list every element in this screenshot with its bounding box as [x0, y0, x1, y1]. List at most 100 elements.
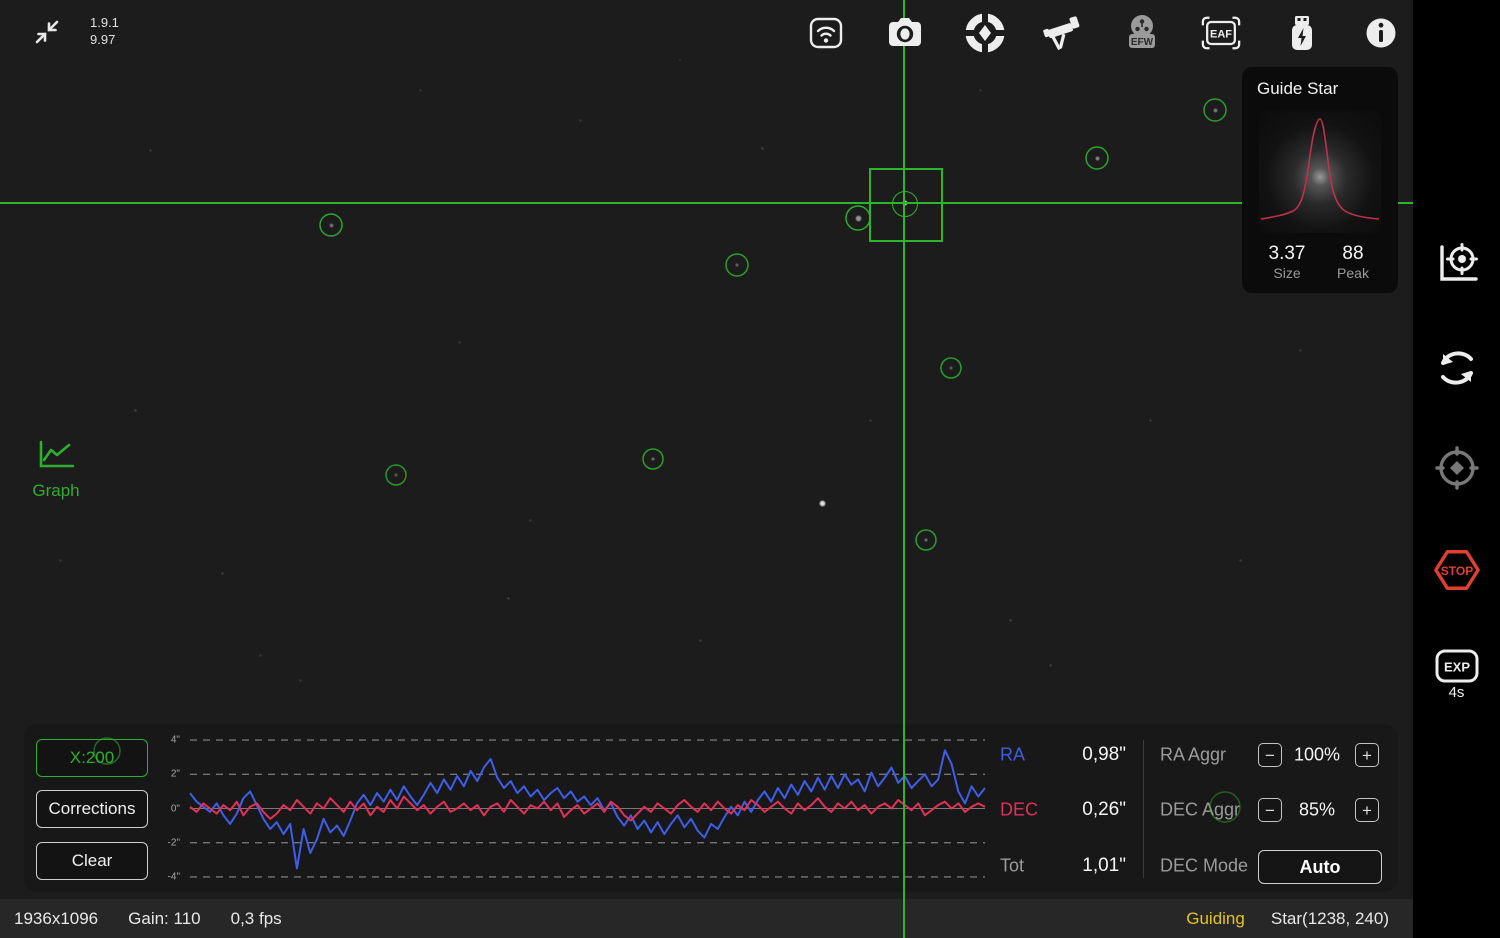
efw-icon[interactable]: EFW [1121, 12, 1163, 54]
star [1239, 559, 1242, 562]
star [134, 409, 137, 412]
tot-value: 1,01" [1034, 855, 1126, 877]
ra-aggr-minus-button[interactable]: − [1258, 743, 1282, 767]
star [869, 419, 872, 422]
dec-mode-auto-button[interactable]: Auto [1258, 850, 1382, 884]
usb-storage-icon[interactable] [1281, 12, 1323, 54]
dec-label: DEC [1000, 800, 1038, 821]
guide-star-peak-value: 88 [1318, 243, 1388, 265]
star [259, 654, 262, 657]
svg-text:EXP: EXP [1443, 660, 1469, 675]
svg-text:STOP: STOP [1440, 564, 1472, 578]
star [1149, 419, 1152, 422]
y-axis-tick-label: -2" [140, 837, 180, 848]
star [1213, 108, 1218, 113]
guide-star-panel: Guide Star 3.37 88 Size Peak [1242, 67, 1398, 293]
graph-toggle-label: Graph [28, 481, 84, 501]
app-version: 1.9.1 [90, 14, 119, 31]
guide-star-circle [892, 191, 918, 217]
right-sidebar: STOP EXP 4s [1413, 0, 1500, 938]
dec-value: 0,26" [1034, 799, 1126, 821]
star [149, 149, 152, 152]
dec-aggr-plus-button[interactable]: + [1355, 798, 1379, 822]
calibration-target-icon[interactable] [1433, 444, 1481, 492]
star [1299, 349, 1302, 352]
star [221, 572, 224, 575]
crosshair-horizontal-line [0, 202, 1413, 204]
star [1049, 664, 1052, 667]
star [855, 215, 862, 222]
guiding-bottom-panel: X:200 Corrections Clear RA 0,98" DEC 0,2… [24, 724, 1398, 892]
guiding-error-chart [186, 730, 1010, 888]
star [761, 147, 764, 150]
ra-label: RA [1000, 745, 1025, 766]
star [735, 263, 739, 267]
exposure-icon[interactable]: EXP [1433, 642, 1481, 690]
crosshair-vertical-line [903, 0, 905, 938]
guide-star-size-label: Size [1252, 265, 1322, 281]
firmware-version: 9.97 [90, 31, 119, 48]
dec-mode-label: DEC Mode [1160, 856, 1248, 877]
star [329, 223, 334, 228]
ra-aggr-label: RA Aggr [1160, 745, 1226, 766]
collapse-icon[interactable] [33, 18, 61, 46]
graph-icon [36, 440, 76, 474]
star [1095, 156, 1100, 161]
star [507, 597, 510, 600]
ra-value: 0,98" [1034, 744, 1126, 766]
star [651, 457, 655, 461]
star [819, 500, 826, 507]
dec-aggr-value: 85% [1282, 800, 1352, 821]
guide-target-icon[interactable] [964, 12, 1006, 54]
ra-aggr-plus-button[interactable]: + [1355, 743, 1379, 767]
star [458, 341, 461, 344]
guide-star-title: Guide Star [1257, 79, 1338, 99]
eaf-icon[interactable]: EAF [1200, 12, 1242, 54]
star [299, 679, 302, 682]
star [924, 538, 928, 542]
zoom-scale-button[interactable]: X:200 [36, 739, 148, 777]
guide-star-peak-label: Peak [1318, 265, 1388, 281]
y-axis-tick-label: 2" [140, 769, 180, 780]
gain-label: Gain: 110 [128, 909, 200, 929]
version-info: 1.9.1 9.97 [90, 14, 119, 48]
star [1009, 619, 1012, 622]
y-axis-tick-label: -4" [140, 871, 180, 882]
star [579, 119, 582, 122]
star-profile-curve [1259, 111, 1381, 233]
guiding-graph-icon[interactable] [1433, 240, 1481, 288]
svg-text:EFW: EFW [1131, 37, 1154, 48]
y-axis-tick-label: 4" [140, 735, 180, 746]
star [979, 89, 982, 92]
exposure-time-label: 4s [1413, 684, 1500, 701]
guiding-state-label: Guiding [1186, 909, 1245, 929]
resolution-label: 1936x1096 [14, 909, 98, 929]
fps-label: 0,3 fps [231, 909, 282, 929]
star [949, 366, 953, 370]
ra-aggr-value: 100% [1282, 745, 1352, 766]
telescope-icon[interactable] [1042, 12, 1084, 54]
ra-trace [190, 750, 985, 868]
info-icon[interactable] [1360, 12, 1402, 54]
wifi-icon[interactable] [805, 12, 847, 54]
star [679, 59, 682, 62]
svg-text:EAF: EAF [1210, 28, 1232, 40]
camera-icon[interactable] [884, 12, 926, 54]
guide-star-size-value: 3.37 [1252, 243, 1322, 265]
guide-star-coords-label: Star(1238, 240) [1271, 909, 1389, 929]
status-bar: 1936x1096 Gain: 110 0,3 fps Guiding Star… [0, 899, 1413, 938]
y-axis-tick-label: 0" [140, 803, 180, 814]
panel-divider [1143, 740, 1144, 878]
star [699, 639, 702, 642]
dec-aggr-label: DEC Aggr [1160, 800, 1240, 821]
star [529, 519, 532, 522]
dec-aggr-minus-button[interactable]: − [1258, 798, 1282, 822]
graph-toggle-button[interactable]: Graph [28, 440, 84, 502]
stop-guiding-icon[interactable]: STOP [1433, 546, 1481, 594]
corrections-button[interactable]: Corrections [36, 790, 148, 828]
clear-button[interactable]: Clear [36, 842, 148, 880]
loop-capture-icon[interactable] [1433, 344, 1481, 392]
star [394, 473, 398, 477]
guide-star-profile-thumbnail [1259, 111, 1381, 233]
star [59, 559, 62, 562]
